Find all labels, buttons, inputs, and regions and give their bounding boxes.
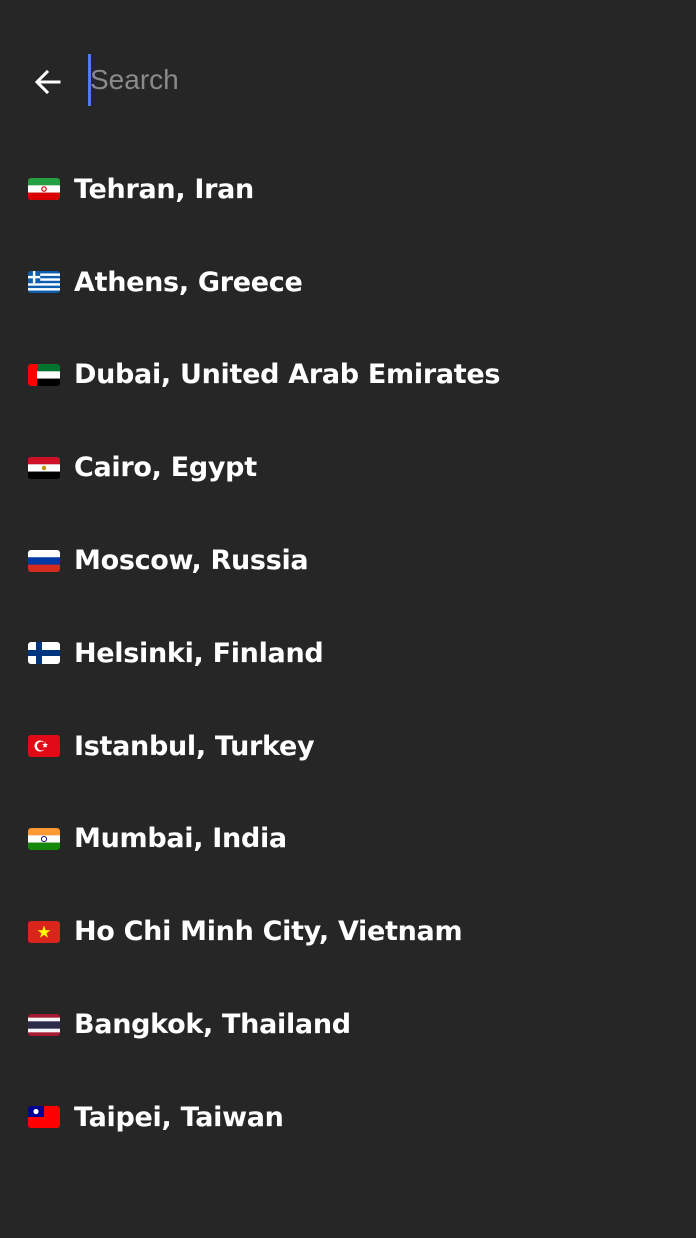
city-label: Cairo, Egypt [74, 452, 257, 484]
search-input[interactable] [88, 54, 648, 106]
city-item-bangkok[interactable]: Bangkok, Thailand [0, 978, 696, 1071]
city-label: Moscow, Russia [74, 545, 309, 577]
city-label: Dubai, United Arab Emirates [74, 359, 501, 391]
city-label: Tehran, Iran [74, 173, 254, 205]
search-field[interactable] [88, 54, 648, 106]
city-item-helsinki[interactable]: Helsinki, Finland [0, 607, 696, 700]
india-flag-icon [28, 827, 60, 850]
russia-flag-icon [28, 549, 60, 572]
city-item-tehran[interactable]: Tehran, Iran [0, 143, 696, 236]
search-header [0, 0, 696, 160]
city-item-moscow[interactable]: Moscow, Russia [0, 514, 696, 607]
city-label: Athens, Greece [74, 266, 303, 298]
city-item-cairo[interactable]: Cairo, Egypt [0, 421, 696, 514]
back-button[interactable] [28, 62, 68, 102]
thailand-flag-icon [28, 1013, 60, 1036]
city-item-ho-chi-minh-city[interactable]: Ho Chi Minh City, Vietnam [0, 885, 696, 978]
city-label: Bangkok, Thailand [74, 1009, 351, 1041]
city-list: Tehran, Iran Athens, Greece Dubai, Unite… [0, 143, 696, 1164]
text-cursor [88, 54, 91, 106]
greece-flag-icon [28, 271, 60, 294]
city-label: Istanbul, Turkey [74, 730, 315, 762]
city-item-dubai[interactable]: Dubai, United Arab Emirates [0, 329, 696, 422]
city-item-taipei[interactable]: Taipei, Taiwan [0, 1071, 696, 1164]
city-item-istanbul[interactable]: Istanbul, Turkey [0, 700, 696, 793]
iran-flag-icon [28, 178, 60, 201]
city-item-mumbai[interactable]: Mumbai, India [0, 793, 696, 886]
turkey-flag-icon [28, 735, 60, 758]
city-item-athens[interactable]: Athens, Greece [0, 236, 696, 329]
city-label: Ho Chi Minh City, Vietnam [74, 916, 463, 948]
arrow-left-icon [34, 69, 61, 95]
taiwan-flag-icon [28, 1106, 60, 1129]
uae-flag-icon [28, 363, 60, 386]
finland-flag-icon [28, 642, 60, 665]
vietnam-flag-icon [28, 920, 60, 943]
city-label: Helsinki, Finland [74, 637, 324, 669]
city-label: Mumbai, India [74, 823, 287, 855]
city-label: Taipei, Taiwan [74, 1101, 284, 1133]
egypt-flag-icon [28, 456, 60, 479]
